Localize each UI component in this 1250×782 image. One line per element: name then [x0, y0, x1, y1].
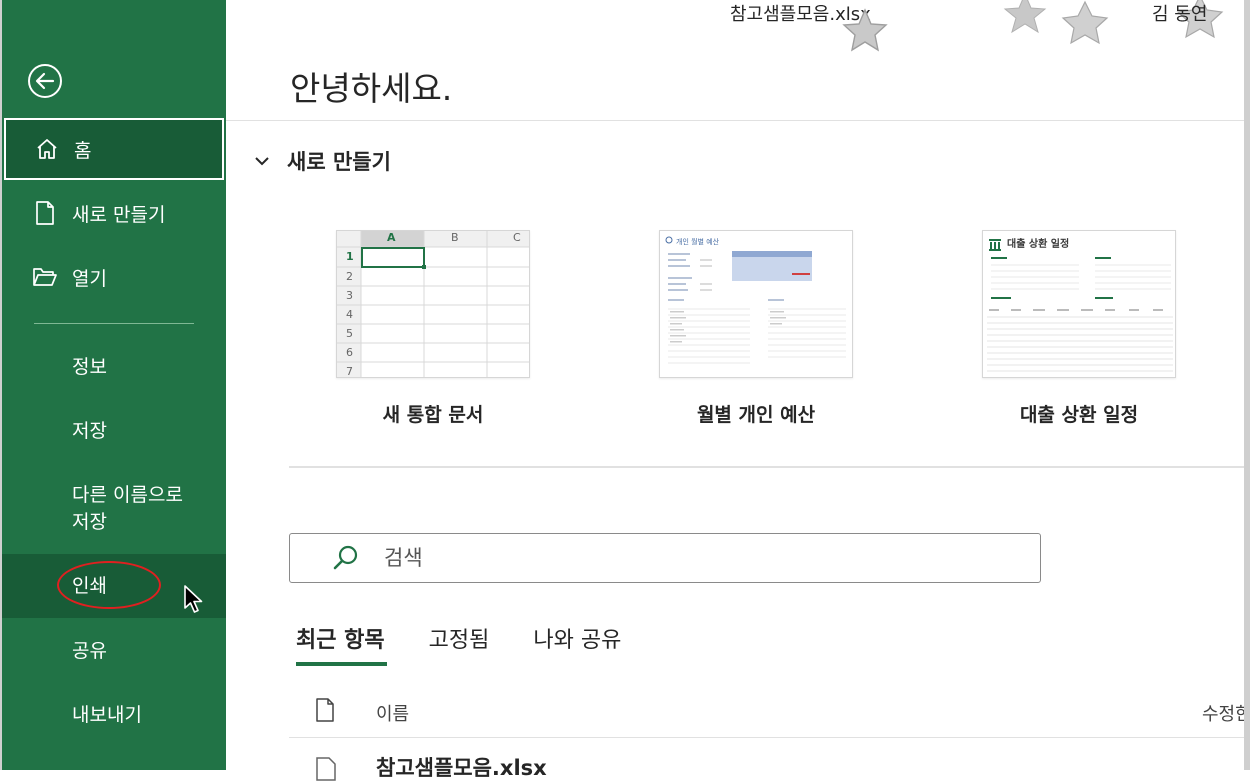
new-section-toggle[interactable]: 새로 만들기 [255, 146, 391, 176]
loan-thumb-title: 대출 상환 일정 [1007, 239, 1070, 250]
nav-open-label: 열기 [72, 267, 107, 290]
window-edge [1244, 0, 1250, 770]
new-document-icon [32, 200, 58, 226]
budget-preview [665, 236, 846, 364]
search-box[interactable] [289, 533, 1041, 583]
grid-row-6: 6 [346, 346, 353, 359]
file-list-tabs: 최근 항목 고정됨 나와 공유 [296, 622, 665, 666]
nav-share-label: 공유 [72, 640, 107, 662]
user-name[interactable]: 김 동연 [1152, 0, 1207, 26]
back-arrow-icon [35, 72, 55, 90]
nav-share[interactable]: 공유 [2, 620, 226, 682]
search-icon [332, 544, 360, 572]
file-list-header: 이름 수정한 [314, 697, 1250, 727]
nav-print-label: 인쇄 [72, 575, 107, 597]
blank-grid-preview [337, 231, 529, 377]
template-loan-thumb: 대출 상환 일정 [982, 230, 1176, 378]
greeting-title: 안녕하세요. [290, 69, 453, 108]
budget-thumb-title: 개인 월별 예산 [676, 238, 720, 246]
open-folder-icon [32, 264, 58, 290]
template-loan-schedule[interactable]: 대출 상환 일정 대출 상환 일정 [982, 230, 1176, 427]
nav-new[interactable]: 새로 만들기 [2, 182, 226, 244]
nav-save[interactable]: 저장 [2, 400, 226, 462]
backstage-sidebar: 홈 새로 만들기 열기 정보 저장 다른 이름으로 저장 인쇄 공유 내보내기 [0, 0, 226, 770]
loan-preview [987, 239, 1173, 372]
grid-col-a: A [387, 231, 396, 244]
nav-divider [34, 323, 194, 324]
grid-row-7: 7 [346, 365, 353, 378]
nav-info[interactable]: 정보 [2, 336, 226, 398]
grid-col-b: B [451, 231, 459, 244]
nav-open[interactable]: 열기 [2, 246, 226, 308]
section-divider [289, 466, 1250, 468]
mouse-cursor-icon [184, 585, 203, 613]
file-type-icon [316, 698, 334, 722]
new-section-title: 새로 만들기 [287, 150, 391, 174]
chevron-down-icon [255, 157, 269, 166]
nav-home-label: 홈 [74, 139, 92, 162]
nav-new-label: 새로 만들기 [72, 203, 166, 226]
excel-file-icon [316, 757, 336, 781]
grid-row-5: 5 [346, 327, 353, 340]
nav-export-label: 내보내기 [72, 704, 142, 726]
grid-row-2: 2 [346, 270, 353, 283]
template-blank-label: 새 통합 문서 [382, 404, 484, 426]
back-button[interactable] [28, 64, 62, 98]
grid-row-3: 3 [346, 289, 353, 302]
column-modified[interactable]: 수정한 [1202, 700, 1250, 726]
template-blank-thumb: A B C 1 2 3 4 5 6 7 [336, 230, 530, 378]
list-divider [289, 737, 1250, 738]
column-name[interactable]: 이름 [376, 700, 409, 726]
grid-col-c: C [513, 231, 521, 244]
template-monthly-budget[interactable]: 개인 월별 예산 월별 개인 예산 [659, 230, 853, 427]
grid-row-4: 4 [346, 308, 353, 321]
nav-save-as-label: 다른 이름으로 저장 [72, 482, 183, 536]
nav-save-as[interactable]: 다른 이름으로 저장 [2, 470, 226, 548]
file-name: 참고샘플모음.xlsx [376, 756, 547, 780]
tab-shared-with-me[interactable]: 나와 공유 [533, 622, 621, 666]
search-input[interactable] [382, 545, 986, 571]
nav-info-label: 정보 [72, 356, 107, 378]
template-budget-label: 월별 개인 예산 [696, 404, 816, 426]
tab-pinned[interactable]: 고정됨 [429, 622, 490, 666]
star-left-icon [842, 8, 888, 52]
tab-recent[interactable]: 최근 항목 [296, 622, 387, 666]
template-blank-workbook[interactable]: A B C 1 2 3 4 5 6 7 새 통합 문서 [336, 230, 530, 427]
template-budget-thumb: 개인 월별 예산 [659, 230, 853, 378]
nav-save-label: 저장 [72, 420, 107, 442]
template-loan-label: 대출 상환 일정 [1019, 404, 1139, 426]
nav-home[interactable]: 홈 [4, 118, 224, 180]
header-divider [226, 120, 1250, 121]
nav-export[interactable]: 내보내기 [2, 684, 226, 746]
home-icon [34, 136, 60, 162]
nav-save-as-line2: 저장 [72, 511, 107, 533]
list-item[interactable]: 참고샘플모음.xlsx [314, 752, 1250, 782]
grid-row-1: 1 [346, 250, 354, 263]
nav-save-as-line1: 다른 이름으로 [72, 484, 183, 506]
